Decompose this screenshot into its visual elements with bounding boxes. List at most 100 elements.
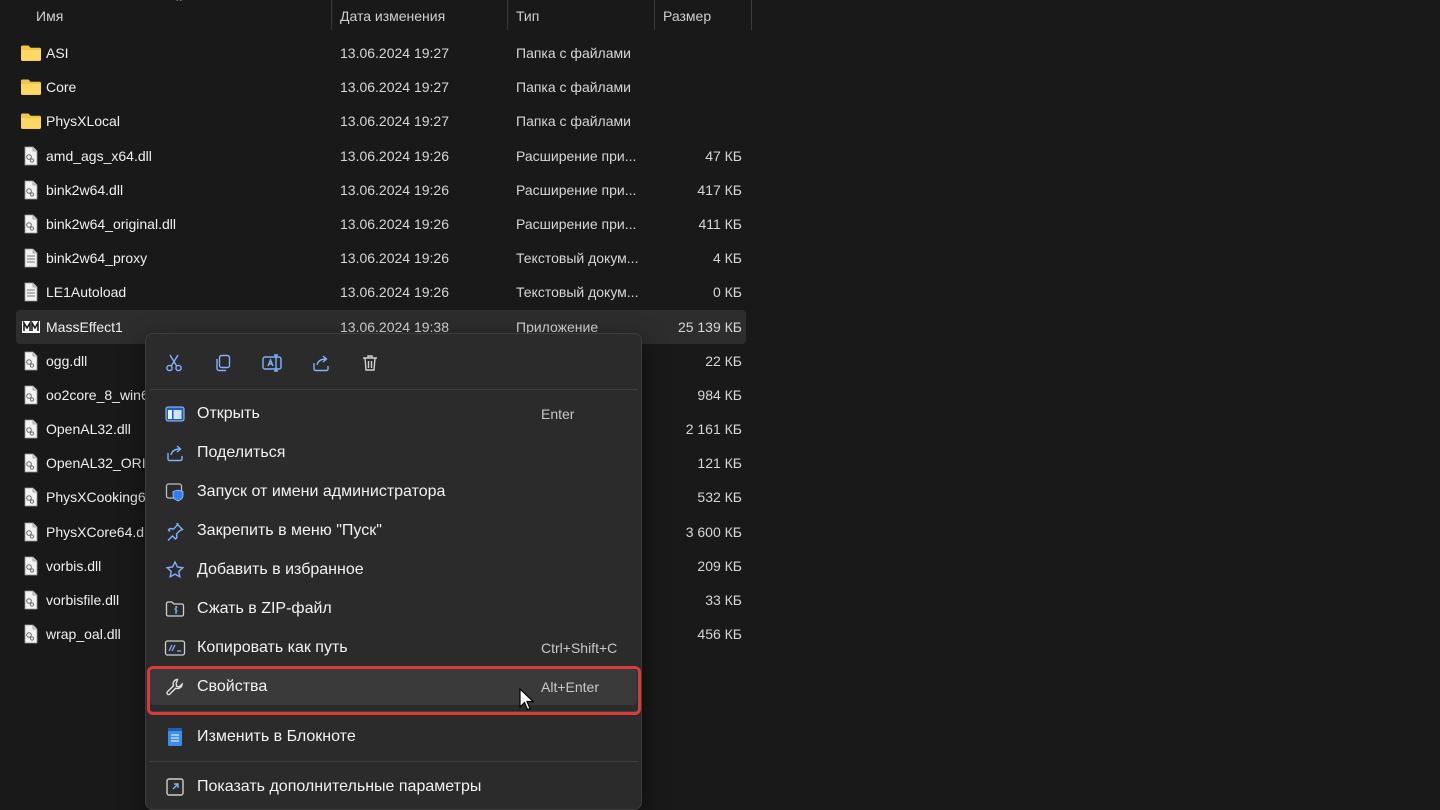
sort-ascending-icon: ⌃	[174, 0, 185, 10]
file-row[interactable]: Core 13.06.2024 19:27 Папка с файлами	[0, 70, 752, 104]
file-size	[656, 36, 742, 70]
menu-item-label: Изменить в Блокноте	[197, 728, 356, 745]
column-date-header[interactable]: Дата изменения	[332, 0, 506, 32]
dll-file-icon	[20, 351, 42, 371]
more-options-icon	[164, 777, 186, 797]
file-row[interactable]: bink2w64.dll 13.06.2024 19:26 Расширение п…	[0, 173, 752, 207]
column-header: Имя ⌃ Дата изменения Тип Размер	[0, 0, 752, 32]
share-icon	[164, 443, 186, 463]
menu-item-shortcut: Alt+Enter	[541, 679, 599, 695]
column-type-label: Тип	[516, 8, 540, 24]
file-name: LE1Autoload	[46, 284, 127, 301]
file-size: 456 КБ	[697, 626, 742, 643]
file-date: 13.06.2024 19:26	[340, 147, 449, 164]
dll-file-icon	[20, 487, 42, 507]
folder-icon	[20, 111, 42, 131]
dll-file-icon	[20, 522, 42, 542]
file-type: Папка с файлами	[516, 79, 631, 96]
cut-icon	[166, 354, 182, 372]
column-type-header[interactable]: Тип	[508, 0, 654, 32]
menu-item-label: Показать дополнительные параметры	[197, 778, 482, 795]
file-size: 22 КБ	[705, 352, 742, 369]
file-size: 121 КБ	[697, 455, 742, 472]
file-row[interactable]: ASI 13.06.2024 19:27 Папка с файлами	[0, 36, 752, 70]
column-divider[interactable]	[751, 0, 752, 30]
cut-button[interactable]	[160, 350, 188, 376]
menu-item-label: Закрепить в меню "Пуск"	[197, 522, 382, 539]
file-size: 532 КБ	[697, 489, 742, 506]
menu-item-properties[interactable]: Свойства Alt+Enter	[150, 669, 637, 705]
menu-item-compress-zip[interactable]: Сжать в ZIP-файл	[150, 591, 637, 627]
file-date: 13.06.2024 19:26	[340, 215, 449, 232]
text-file-icon	[20, 282, 42, 302]
folder-icon	[20, 77, 42, 97]
menu-item-copy-path[interactable]: Копировать как путь Ctrl+Shift+C	[150, 630, 637, 666]
context-menu: Открыть Enter Поделиться Запуск от имени…	[145, 333, 642, 810]
text-file-icon	[20, 248, 42, 268]
file-type: Текстовый докум...	[516, 284, 639, 301]
dll-file-icon	[20, 146, 42, 166]
file-date: 13.06.2024 19:26	[340, 181, 449, 198]
file-row[interactable]: bink2w64_original.dll 13.06.2024 19:26 Рас…	[0, 207, 752, 241]
open-icon	[164, 404, 186, 424]
menu-item-share[interactable]: Поделиться	[150, 435, 637, 471]
star-icon	[164, 560, 186, 580]
menu-item-more-options[interactable]: Показать дополнительные параметры	[150, 769, 637, 805]
zip-folder-icon	[164, 599, 186, 619]
file-row[interactable]: bink2w64_proxy 13.06.2024 19:26 Текстовый …	[0, 241, 752, 275]
copy-button[interactable]	[209, 350, 237, 376]
dll-file-icon	[20, 385, 42, 405]
file-row[interactable]: LE1Autoload 13.06.2024 19:26 Текстовый док…	[0, 275, 752, 309]
file-date: 13.06.2024 19:27	[340, 45, 449, 61]
file-size: 417 КБ	[697, 181, 742, 198]
menu-divider	[149, 389, 638, 390]
column-date-label: Дата изменения	[340, 8, 446, 24]
file-type: Текстовый докум...	[516, 250, 639, 267]
rename-button[interactable]	[258, 350, 286, 376]
column-size-header[interactable]: Размер	[655, 0, 751, 32]
file-size: 3 600 КБ	[685, 523, 742, 540]
file-type: Расширение при...	[516, 215, 637, 232]
menu-item-label: Открыть	[197, 405, 260, 422]
delete-button[interactable]	[356, 350, 384, 376]
dll-file-icon	[20, 556, 42, 576]
file-size	[656, 104, 742, 138]
file-size: 411 КБ	[698, 215, 742, 232]
menu-item-add-favorites[interactable]: Добавить в избранное	[150, 552, 637, 588]
menu-item-edit-notepad[interactable]: Изменить в Блокноте	[150, 719, 637, 755]
mouse-cursor-icon	[519, 688, 535, 711]
column-name-label: Имя	[36, 8, 64, 24]
column-size-label: Размер	[663, 8, 712, 24]
file-name: bink2w64_original.dll	[46, 215, 176, 232]
copy-path-icon	[164, 638, 186, 658]
menu-item-label: Поделиться	[197, 444, 286, 461]
file-size: 0 КБ	[712, 284, 742, 301]
file-size: 984 КБ	[697, 386, 742, 403]
folder-icon	[20, 43, 42, 63]
file-date: 13.06.2024 19:27	[340, 79, 449, 96]
menu-item-run-as-admin[interactable]: Запуск от имени администратора	[150, 474, 637, 510]
app-icon	[20, 317, 42, 337]
dll-file-icon	[20, 180, 42, 200]
dll-file-icon	[20, 590, 42, 610]
file-date: 13.06.2024 19:27	[340, 113, 449, 130]
menu-item-pin-start[interactable]: Закрепить в меню "Пуск"	[150, 513, 637, 549]
delete-icon	[363, 355, 377, 371]
file-row[interactable]: PhysXLocal 13.06.2024 19:27 Папка с файлам…	[0, 104, 752, 138]
pin-icon	[164, 521, 186, 541]
file-name: bink2w64_proxy	[46, 250, 148, 267]
share-button[interactable]	[307, 350, 335, 376]
file-type: Расширение при...	[516, 181, 637, 198]
menu-divider	[149, 711, 638, 712]
file-name: bink2w64.dll	[46, 181, 124, 198]
file-size: 209 КБ	[697, 557, 742, 574]
file-name: PhysXLocal	[46, 113, 120, 130]
file-name: amd_ags_x64.dll	[46, 147, 152, 164]
file-row[interactable]: amd_ags_x64.dll 13.06.2024 19:26 Расширени…	[0, 139, 752, 173]
menu-item-label: Добавить в избранное	[197, 561, 364, 578]
file-size: 33 КБ	[705, 592, 742, 608]
menu-item-shortcut: Enter	[541, 406, 575, 422]
menu-divider	[149, 761, 638, 762]
menu-item-open[interactable]: Открыть Enter	[150, 396, 637, 432]
notepad-icon	[164, 727, 186, 747]
